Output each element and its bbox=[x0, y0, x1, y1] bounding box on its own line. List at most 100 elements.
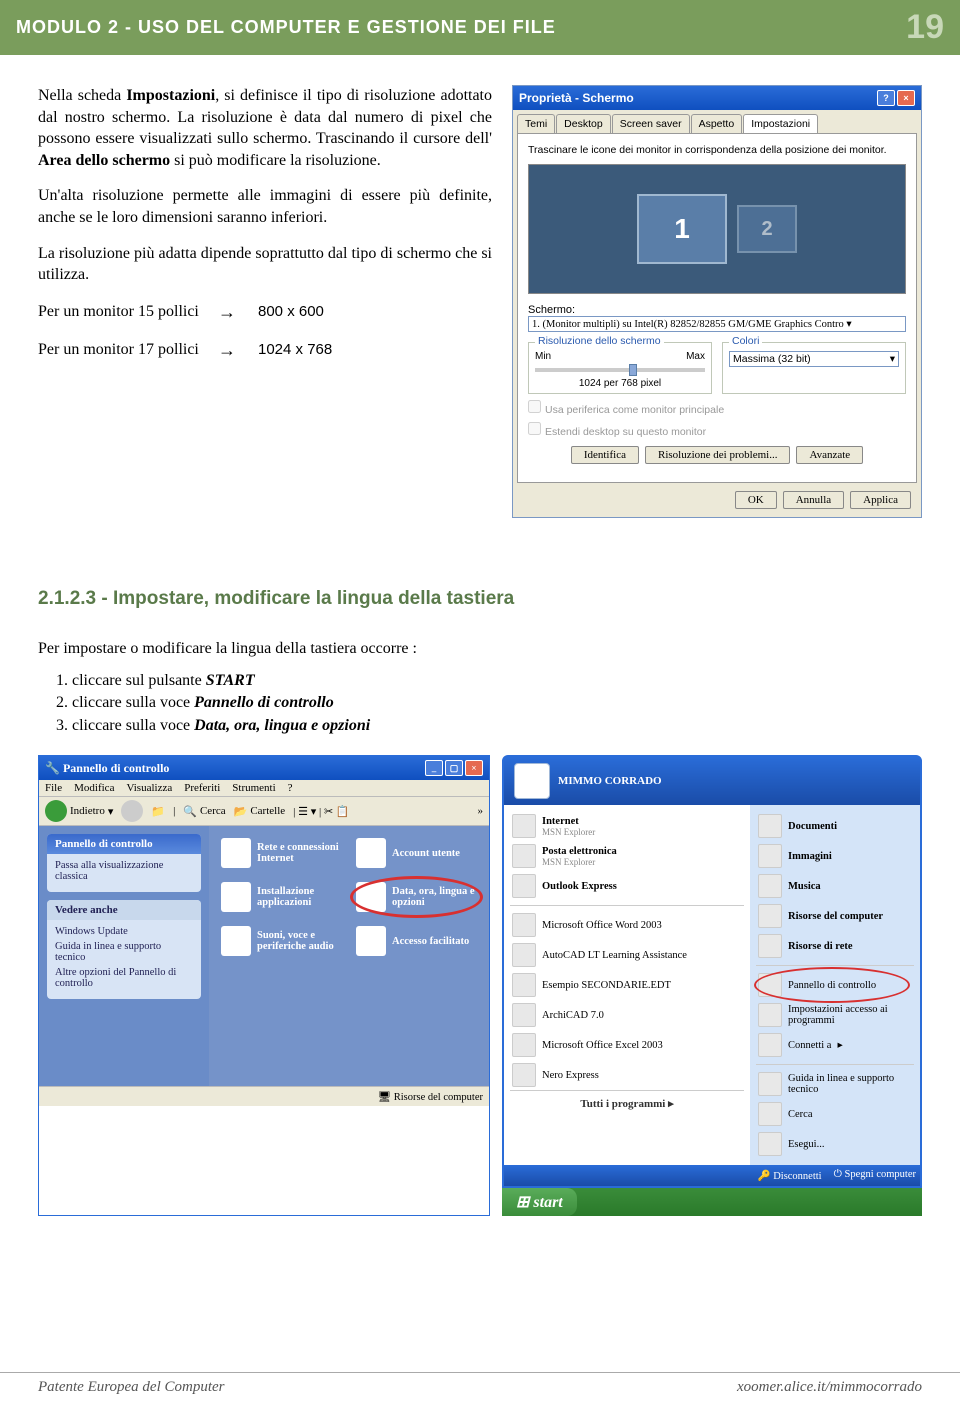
menu-visualizza[interactable]: Visualizza bbox=[126, 782, 172, 794]
back-button[interactable]: Indietro ▾ bbox=[45, 800, 113, 822]
display-select[interactable]: 1. (Monitor multipli) su Intel(R) 82852/… bbox=[528, 316, 906, 332]
sm-outlook[interactable]: Outlook Express bbox=[510, 871, 744, 901]
sm-documents[interactable]: Documenti bbox=[756, 811, 914, 841]
file-icon bbox=[512, 973, 536, 997]
schermo-label: Schermo: bbox=[528, 304, 906, 316]
minimize-button[interactable]: _ bbox=[425, 760, 443, 776]
sm-search[interactable]: Cerca bbox=[756, 1099, 914, 1129]
tab-impostazioni[interactable]: Impostazioni bbox=[743, 114, 818, 133]
sm-autocad[interactable]: AutoCAD LT Learning Assistance bbox=[510, 940, 744, 970]
cp-install[interactable]: Installazione applicazioni bbox=[221, 882, 342, 912]
cp-date-lang[interactable]: Data, ora, lingua e opzioni bbox=[356, 882, 477, 912]
extend-desktop-checkbox bbox=[528, 422, 541, 435]
sm-network[interactable]: Risorse di rete bbox=[756, 931, 914, 961]
excel-icon bbox=[512, 1033, 536, 1057]
cp-titlebar: 🔧 Pannello di controllo _ ▢ × bbox=[39, 756, 489, 780]
switch-view-link[interactable]: Passa alla visualizzazione classica bbox=[55, 860, 193, 882]
sm-excel[interactable]: Microsoft Office Excel 2003 bbox=[510, 1030, 744, 1060]
tab-desktop[interactable]: Desktop bbox=[556, 114, 611, 133]
all-programs[interactable]: Tutti i programmi ▸ bbox=[510, 1090, 744, 1116]
menu-modifica[interactable]: Modifica bbox=[74, 782, 114, 794]
sm-images[interactable]: Immagini bbox=[756, 841, 914, 871]
music-icon bbox=[758, 874, 782, 898]
menu-help[interactable]: ? bbox=[288, 782, 293, 794]
close-button[interactable]: × bbox=[465, 760, 483, 776]
forward-button[interactable] bbox=[121, 800, 143, 822]
sm-internet[interactable]: InternetMSN Explorer bbox=[510, 811, 744, 841]
monitor-2[interactable]: 2 bbox=[737, 205, 797, 253]
identify-button[interactable]: Identifica bbox=[571, 446, 639, 464]
advanced-button[interactable]: Avanzate bbox=[796, 446, 863, 464]
sm-run[interactable]: Esegui... bbox=[756, 1129, 914, 1159]
menu-strumenti[interactable]: Strumenti bbox=[232, 782, 275, 794]
start-button[interactable]: ⊞ start bbox=[502, 1188, 577, 1216]
windows-update-link[interactable]: Windows Update bbox=[55, 926, 193, 937]
monitor-1[interactable]: 1 bbox=[637, 194, 727, 264]
resolution-15-row: Per un monitor 15 pollici → 800 x 600 bbox=[38, 300, 492, 324]
sm-archicad[interactable]: ArchiCAD 7.0 bbox=[510, 1000, 744, 1030]
taskbar: ⊞ start bbox=[502, 1188, 922, 1216]
dialog-titlebar: Proprietà - Schermo ? × bbox=[513, 86, 921, 110]
paragraph-3: La risoluzione più adatta dipende soprat… bbox=[38, 243, 492, 286]
tab-temi[interactable]: Temi bbox=[517, 114, 555, 133]
paragraph-1: Nella scheda Impostazioni, si definisce … bbox=[38, 85, 492, 171]
sm-control-panel[interactable]: Pannello di controllo bbox=[756, 970, 914, 1000]
mail-icon bbox=[512, 844, 536, 868]
run-icon bbox=[758, 1132, 782, 1156]
folders-button[interactable]: 📂 Cartelle bbox=[234, 805, 286, 818]
cp-network[interactable]: Rete e connessioni Internet bbox=[221, 838, 342, 868]
accessibility-icon bbox=[356, 926, 386, 956]
color-quality-select[interactable]: Massima (32 bit)▾ bbox=[729, 351, 899, 367]
resolution-17-row: Per un monitor 17 pollici → 1024 x 768 bbox=[38, 338, 492, 362]
sm-word[interactable]: Microsoft Office Word 2003 bbox=[510, 910, 744, 940]
sm-email[interactable]: Posta elettronicaMSN Explorer bbox=[510, 841, 744, 871]
cp-sounds[interactable]: Suoni, voce e periferiche audio bbox=[221, 926, 342, 956]
close-button[interactable]: × bbox=[897, 90, 915, 106]
paragraph-2: Un'alta risoluzione permette alle immagi… bbox=[38, 185, 492, 228]
sm-connect[interactable]: Connetti a ▸ bbox=[756, 1030, 914, 1060]
sm-edt[interactable]: Esempio SECONDARIE.EDT bbox=[510, 970, 744, 1000]
sm-help[interactable]: Guida in linea e supporto tecnico bbox=[756, 1069, 914, 1099]
sm-nero[interactable]: Nero Express bbox=[510, 1060, 744, 1090]
tab-screensaver[interactable]: Screen saver bbox=[612, 114, 690, 133]
search-button[interactable]: 🔍 Cerca bbox=[183, 805, 225, 818]
help-button[interactable]: ? bbox=[877, 90, 895, 106]
connect-icon bbox=[758, 1033, 782, 1057]
tab-aspetto[interactable]: Aspetto bbox=[691, 114, 743, 133]
install-icon bbox=[221, 882, 251, 912]
resolution-slider[interactable] bbox=[535, 368, 705, 372]
globe-icon bbox=[512, 814, 536, 838]
network-icon bbox=[221, 838, 251, 868]
up-button[interactable]: 📁 bbox=[151, 805, 165, 818]
word-icon bbox=[512, 913, 536, 937]
logoff-button[interactable]: 🔑 Disconnetti bbox=[757, 1169, 821, 1182]
menu-file[interactable]: File bbox=[45, 782, 62, 794]
autocad-icon bbox=[512, 943, 536, 967]
primary-monitor-checkbox bbox=[528, 400, 541, 413]
outlook-icon bbox=[512, 874, 536, 898]
control-panel-window: 🔧 Pannello di controllo _ ▢ × File Modif… bbox=[38, 755, 490, 1216]
troubleshoot-button[interactable]: Risoluzione dei problemi... bbox=[645, 446, 790, 464]
cp-statusbar: 🖥 Risorse del computer bbox=[39, 1086, 489, 1106]
apply-button[interactable]: Applica bbox=[850, 491, 911, 509]
cp-toolbar: Indietro ▾ 📁 | 🔍 Cerca 📂 Cartelle | ☰ ▾ … bbox=[39, 797, 489, 826]
page-footer: Patente Europea del Computer xoomer.alic… bbox=[0, 1372, 960, 1396]
arrow-icon: → bbox=[218, 338, 258, 362]
other-options-link[interactable]: Altre opzioni del Pannello di controllo bbox=[55, 967, 193, 989]
header-title: MODULO 2 - USO DEL COMPUTER E GESTIONE D… bbox=[16, 17, 556, 38]
sm-program-access[interactable]: Impostazioni accesso ai programmi bbox=[756, 1000, 914, 1030]
cp-accessibility[interactable]: Accesso facilitato bbox=[356, 926, 477, 956]
help-link[interactable]: Guida in linea e supporto tecnico bbox=[55, 941, 193, 963]
sm-music[interactable]: Musica bbox=[756, 871, 914, 901]
menu-preferiti[interactable]: Preferiti bbox=[184, 782, 220, 794]
maximize-button[interactable]: ▢ bbox=[445, 760, 463, 776]
ok-button[interactable]: OK bbox=[735, 491, 777, 509]
sm-mycomputer[interactable]: Risorse del computer bbox=[756, 901, 914, 931]
instruction-intro: Per impostare o modificare la lingua del… bbox=[38, 640, 922, 658]
cancel-button[interactable]: Annulla bbox=[783, 491, 844, 509]
monitor-arrange-area[interactable]: 1 2 bbox=[528, 164, 906, 294]
folder-icon bbox=[758, 814, 782, 838]
shutdown-button[interactable]: ⏻ Spegni computer bbox=[834, 1169, 916, 1182]
users-icon bbox=[356, 838, 386, 868]
cp-users[interactable]: Account utente bbox=[356, 838, 477, 868]
